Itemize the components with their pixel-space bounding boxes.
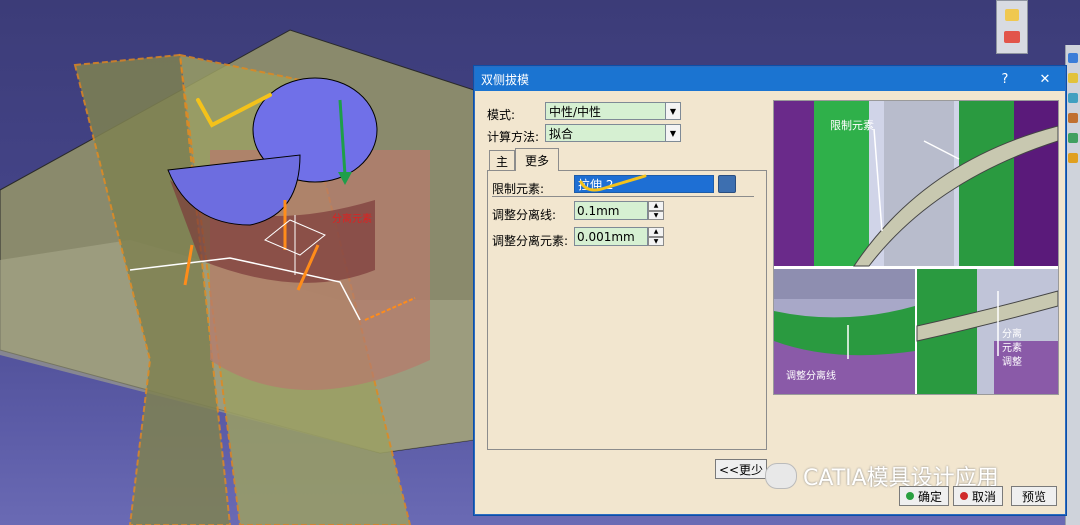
tab-main[interactable]: 主 bbox=[489, 150, 515, 171]
wechat-icon bbox=[765, 463, 797, 489]
ok-button[interactable]: 确定 bbox=[899, 486, 949, 506]
close-button[interactable]: ✕ bbox=[1025, 72, 1065, 87]
help-button[interactable]: ? bbox=[985, 72, 1025, 87]
limit-element-label: 限制元素: bbox=[492, 182, 545, 196]
method-label: 计算方法: bbox=[487, 130, 540, 144]
method-select[interactable]: 拟合 ▼ bbox=[545, 124, 681, 142]
mode-label: 模式: bbox=[487, 108, 516, 122]
toolbar-icon-3[interactable] bbox=[1068, 53, 1078, 63]
tab-more[interactable]: 更多 bbox=[515, 148, 559, 171]
adjust-line-spinner[interactable]: 0.1mm ▲ ▼ bbox=[574, 201, 664, 220]
adjust-element-input[interactable]: 0.001mm bbox=[574, 227, 648, 246]
ok-icon bbox=[905, 492, 914, 500]
toolbar-icon-2[interactable] bbox=[1004, 31, 1020, 43]
cancel-button[interactable]: 取消 bbox=[953, 486, 1003, 506]
preview-adjust-line-label: 调整分离线 bbox=[786, 369, 836, 382]
preview-sep-label-2: 元素 bbox=[1002, 341, 1022, 354]
toolbar-icon-1[interactable] bbox=[1005, 9, 1019, 21]
toolbar-icon-7[interactable] bbox=[1068, 133, 1078, 143]
preview-sep-label-1: 分离 bbox=[1002, 327, 1022, 340]
toolbar-icon-4[interactable] bbox=[1068, 73, 1078, 83]
chevron-down-icon[interactable]: ▼ bbox=[665, 125, 680, 141]
dual-side-draft-dialog: 双侧拔模 ? ✕ 模式: 中性/中性 ▼ 计算方法: 拟合 ▼ 主 更多 限制元… bbox=[474, 66, 1066, 515]
spin-up-button[interactable]: ▲ bbox=[648, 227, 664, 237]
adjust-line-label: 调整分离线: bbox=[492, 208, 557, 222]
right-toolbar bbox=[1065, 45, 1080, 525]
top-mini-toolbar[interactable] bbox=[996, 0, 1028, 54]
spin-down-button[interactable]: ▼ bbox=[648, 236, 664, 246]
dialog-title: 双侧拔模 bbox=[481, 72, 530, 87]
dialog-titlebar[interactable]: 双侧拔模 ? ✕ bbox=[475, 67, 1065, 91]
less-button[interactable]: <<更少 bbox=[715, 459, 767, 479]
spin-down-button[interactable]: ▼ bbox=[648, 210, 664, 220]
yellow-underline-annotation bbox=[579, 174, 647, 192]
toolbar-icon-6[interactable] bbox=[1068, 113, 1078, 123]
ok-label: 确定 bbox=[917, 489, 942, 504]
preview-limit-label: 限制元素 bbox=[830, 119, 874, 132]
method-value: 拟合 bbox=[549, 126, 574, 141]
cancel-label: 取消 bbox=[971, 489, 996, 504]
toolbar-icon-8[interactable] bbox=[1068, 153, 1078, 163]
tab-panel-more: 限制元素: 拉伸.2 调整分离线: 0.1mm ▲ ▼ 调整分离元素: 0.001… bbox=[487, 170, 767, 450]
cancel-icon bbox=[959, 492, 968, 500]
annotation-red-text: 分离元素 bbox=[332, 212, 372, 225]
spin-up-button[interactable]: ▲ bbox=[648, 201, 664, 211]
mode-select[interactable]: 中性/中性 ▼ bbox=[545, 102, 681, 120]
mode-value: 中性/中性 bbox=[549, 104, 602, 119]
draft-preview-illustration: 限制元素 调整分离线 分离 元素 调整 bbox=[773, 100, 1059, 395]
preview-sep-label-3: 调整 bbox=[1002, 355, 1022, 368]
chevron-down-icon[interactable]: ▼ bbox=[665, 103, 680, 119]
preview-button[interactable]: 预览 bbox=[1011, 486, 1057, 506]
adjust-element-spinner[interactable]: 0.001mm ▲ ▼ bbox=[574, 227, 664, 246]
edit-element-icon[interactable] bbox=[718, 175, 736, 193]
adjust-element-label: 调整分离元素: bbox=[492, 234, 569, 248]
preview-svg: 限制元素 调整分离线 分离 元素 调整 bbox=[774, 101, 1058, 394]
toolbar-icon-5[interactable] bbox=[1068, 93, 1078, 103]
adjust-line-input[interactable]: 0.1mm bbox=[574, 201, 648, 220]
